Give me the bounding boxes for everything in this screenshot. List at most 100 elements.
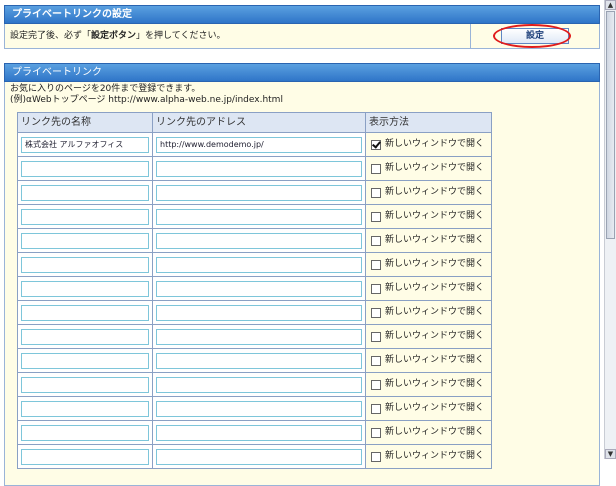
link-name-input[interactable] (21, 352, 149, 369)
settings-header: プライベートリンクの設定 (4, 5, 600, 24)
new-window-option[interactable]: 新しいウィンドウで開く (369, 163, 488, 174)
checkbox-unchecked-icon[interactable] (371, 163, 381, 174)
table-row: 新しいウィンドウで開く (17, 276, 492, 301)
link-address-input[interactable] (156, 376, 362, 393)
checkbox-unchecked-icon[interactable] (371, 307, 381, 318)
new-window-option[interactable]: 新しいウィンドウで開く (369, 307, 488, 318)
checkbox-checked-icon[interactable] (371, 139, 381, 150)
name-cell (17, 324, 153, 349)
table-row: 株式会社 アルファオフィス http://www.demodemo.jp/新しいウ… (17, 132, 492, 157)
address-cell: http://www.demodemo.jp/ (152, 132, 366, 157)
new-window-option[interactable]: 新しいウィンドウで開く (369, 427, 488, 438)
checkbox-unchecked-icon[interactable] (371, 283, 381, 294)
new-window-label: 新しいウィンドウで開く (385, 427, 485, 437)
new-window-label: 新しいウィンドウで開く (385, 403, 485, 413)
new-window-option[interactable]: 新しいウィンドウで開く (369, 283, 488, 294)
notice-text: 設定完了後、必ず「設定ボタン」を押してください。 (5, 24, 471, 48)
checkbox-unchecked-icon[interactable] (371, 331, 381, 342)
new-window-option[interactable]: 新しいウィンドウで開く (369, 403, 488, 414)
settings-page: プライベートリンクの設定 設定完了後、必ず「設定ボタン」を押してください。 設定… (0, 0, 604, 486)
link-name-input[interactable] (21, 160, 149, 177)
links-table-body: 株式会社 アルファオフィス http://www.demodemo.jp/新しいウ… (17, 132, 492, 469)
table-header-row: リンク先の名称 リンク先のアドレス 表示方法 (17, 112, 492, 133)
link-address-input[interactable] (156, 232, 362, 249)
set-button-cell: 設定 (471, 24, 599, 48)
link-name-input[interactable] (21, 400, 149, 417)
notice-row: 設定完了後、必ず「設定ボタン」を押してください。 設定 (4, 24, 600, 49)
link-address-input[interactable] (156, 352, 362, 369)
link-address-input[interactable] (156, 400, 362, 417)
display-cell: 新しいウィンドウで開く (365, 348, 492, 373)
link-name-input[interactable] (21, 424, 149, 441)
link-name-input[interactable] (21, 256, 149, 273)
link-address-input[interactable] (156, 328, 362, 345)
display-cell: 新しいウィンドウで開く (365, 396, 492, 421)
checkbox-unchecked-icon[interactable] (371, 235, 381, 246)
name-cell (17, 228, 153, 253)
notice-prefix: 設定完了後、必ず「 (10, 31, 92, 41)
name-cell (17, 348, 153, 373)
table-row: 新しいウィンドウで開く (17, 180, 492, 205)
checkbox-unchecked-icon[interactable] (371, 379, 381, 390)
address-cell (152, 228, 366, 253)
link-address-input[interactable] (156, 160, 362, 177)
link-address-input[interactable] (156, 424, 362, 441)
link-name-input[interactable] (21, 208, 149, 225)
display-cell: 新しいウィンドウで開く (365, 180, 492, 205)
display-cell: 新しいウィンドウで開く (365, 204, 492, 229)
new-window-option[interactable]: 新しいウィンドウで開く (369, 235, 488, 246)
table-row: 新しいウィンドウで開く (17, 156, 492, 181)
address-cell (152, 372, 366, 397)
scrollbar-thumb[interactable] (606, 11, 615, 239)
link-name-input[interactable] (21, 376, 149, 393)
table-row: 新しいウィンドウで開く (17, 228, 492, 253)
scroll-up-arrow-icon[interactable]: ▲ (605, 0, 616, 10)
new-window-label: 新しいウィンドウで開く (385, 283, 485, 293)
new-window-label: 新しいウィンドウで開く (385, 139, 485, 149)
new-window-option[interactable]: 新しいウィンドウで開く (369, 259, 488, 270)
new-window-option[interactable]: 新しいウィンドウで開く (369, 331, 488, 342)
new-window-option[interactable]: 新しいウィンドウで開く (369, 187, 488, 198)
scroll-down-arrow-icon[interactable]: ▼ (605, 449, 616, 459)
checkbox-unchecked-icon[interactable] (371, 427, 381, 438)
checkbox-unchecked-icon[interactable] (371, 187, 381, 198)
new-window-option[interactable]: 新しいウィンドウで開く (369, 451, 488, 462)
new-window-option[interactable]: 新しいウィンドウで開く (369, 139, 488, 150)
link-address-input[interactable] (156, 448, 362, 465)
private-links-header: プライベートリンク (4, 63, 600, 82)
link-address-input[interactable] (156, 256, 362, 273)
notice-suffix: 」を押してください。 (136, 31, 226, 41)
links-table: リンク先の名称 リンク先のアドレス 表示方法 株式会社 アルファオフィス http… (17, 112, 492, 469)
new-window-option[interactable]: 新しいウィンドウで開く (369, 355, 488, 366)
address-cell (152, 300, 366, 325)
table-row: 新しいウィンドウで開く (17, 204, 492, 229)
checkbox-unchecked-icon[interactable] (371, 259, 381, 270)
desc-line-2: (例)αWebトップページ http://www.alpha-web.ne.jp… (10, 95, 283, 105)
link-name-input[interactable] (21, 184, 149, 201)
name-cell (17, 276, 153, 301)
new-window-label: 新しいウィンドウで開く (385, 187, 485, 197)
checkbox-unchecked-icon[interactable] (371, 211, 381, 222)
link-name-input[interactable]: 株式会社 アルファオフィス (21, 136, 149, 153)
address-cell (152, 204, 366, 229)
address-cell (152, 156, 366, 181)
link-address-input[interactable] (156, 304, 362, 321)
checkbox-unchecked-icon[interactable] (371, 451, 381, 462)
display-cell: 新しいウィンドウで開く (365, 228, 492, 253)
link-name-input[interactable] (21, 448, 149, 465)
link-address-input[interactable] (156, 184, 362, 201)
link-name-input[interactable] (21, 304, 149, 321)
link-name-input[interactable] (21, 232, 149, 249)
link-name-input[interactable] (21, 280, 149, 297)
checkbox-unchecked-icon[interactable] (371, 355, 381, 366)
link-address-input[interactable] (156, 208, 362, 225)
link-name-input[interactable] (21, 328, 149, 345)
link-address-input[interactable] (156, 280, 362, 297)
checkbox-unchecked-icon[interactable] (371, 403, 381, 414)
vertical-scrollbar[interactable]: ▲ ▼ (604, 0, 616, 459)
address-cell (152, 276, 366, 301)
name-cell (17, 372, 153, 397)
new-window-option[interactable]: 新しいウィンドウで開く (369, 211, 488, 222)
link-address-input[interactable]: http://www.demodemo.jp/ (156, 136, 362, 153)
new-window-option[interactable]: 新しいウィンドウで開く (369, 379, 488, 390)
